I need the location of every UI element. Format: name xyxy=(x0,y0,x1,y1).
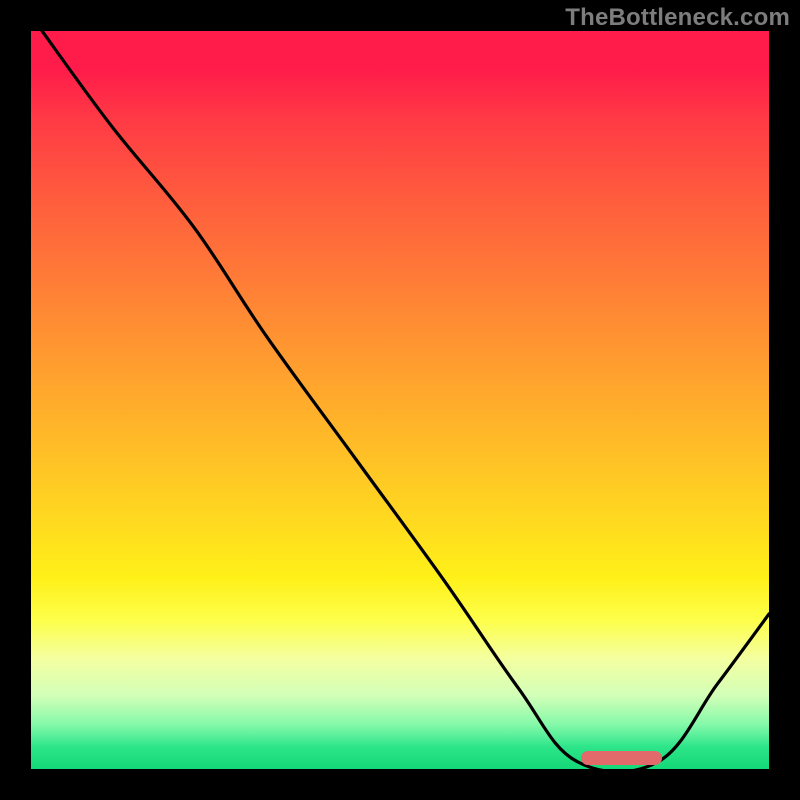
curve-path xyxy=(42,31,769,769)
plot-area xyxy=(31,31,769,769)
chart-frame: TheBottleneck.com xyxy=(0,0,800,800)
watermark-text: TheBottleneck.com xyxy=(565,4,790,32)
valley-marker xyxy=(581,751,662,765)
bottleneck-curve xyxy=(31,31,769,769)
